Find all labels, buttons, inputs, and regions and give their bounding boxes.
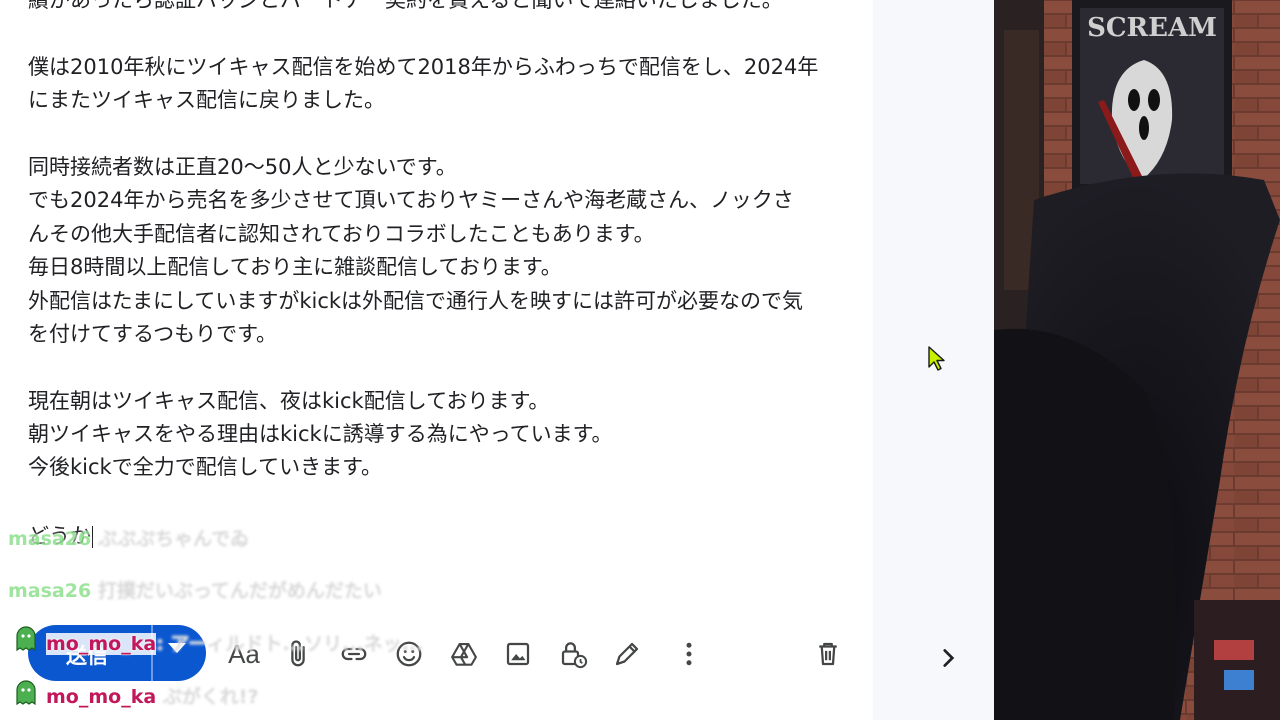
chat-badge-icon: [14, 680, 38, 706]
chat-badge-icon: [14, 626, 38, 652]
email-body-line: [28, 351, 858, 384]
signature-icon[interactable]: [609, 636, 645, 672]
photo-icon[interactable]: [500, 636, 536, 672]
chat-text: 打撲だいぶってんだがめんだたい: [97, 580, 382, 602]
poster-title: SCREAM: [1087, 13, 1217, 43]
chat-username: masa26: [8, 528, 92, 550]
webcam-feed: SCREAM: [994, 0, 1280, 720]
chat-username: masa26: [8, 580, 92, 602]
email-body-line: 今後kickで全力で配信していきます。: [28, 455, 382, 480]
email-body-line: 績があったら認証バッジとパートナー契約を貰えると聞いて連絡いたしました。: [28, 0, 783, 12]
chat-text: ぷがくれ!?: [162, 686, 259, 708]
email-body-line: [28, 17, 858, 50]
chat-message: mo_mo_ka ぷがくれ!?: [46, 682, 258, 709]
more-options-icon[interactable]: [671, 636, 707, 672]
chat-text: : アーィルドト...ソリ...ネッ...: [156, 633, 424, 655]
mouse-cursor-icon: [928, 346, 946, 376]
email-body-line: 現在朝はツイキャス配信、夜はkick配信しております。: [28, 388, 550, 413]
email-body[interactable]: 績があったら認証バッジとパートナー契約を貰えると聞いて連絡いたしました。僕は20…: [28, 0, 858, 485]
chat-message: mo_mo_ka: アーィルドト...ソリ...ネッ...: [46, 629, 423, 656]
chevron-right-icon[interactable]: [935, 645, 961, 678]
confidential-icon[interactable]: [555, 636, 591, 672]
chat-username: mo_mo_ka: [46, 633, 157, 655]
trash-icon[interactable]: [810, 636, 846, 672]
chat-message: masa26 打撲だいぶってんだがめんだたい: [8, 576, 382, 603]
drive-icon[interactable]: [446, 636, 482, 672]
email-body-line: でも2024年から売名を多少させて頂いておりヤミーさんや海老蔵さん、ノックさ: [28, 188, 794, 213]
chat-username: mo_mo_ka: [46, 686, 157, 708]
email-body-line: [28, 118, 858, 151]
email-body-line: んその他大手配信者に認知されておりコラボしたこともあります。: [28, 221, 655, 246]
email-body-line: 外配信はたまにしていますがkickは外配信で通行人を映すには許可が必要なので気: [28, 288, 804, 313]
compose-window: 績があったら認証バッジとパートナー契約を貰えると聞いて連絡いたしました。僕は20…: [0, 0, 874, 720]
chat-text: ぷぷぷちゃんでゐ: [97, 528, 250, 550]
email-body-line: にまたツイキャス配信に戻りました。: [28, 88, 385, 113]
email-body-line: 僕は2010年秋にツイキャス配信を始めて2018年からふわっちで配信をし、202…: [28, 54, 819, 79]
email-body-line: 同時接続者数は正直20〜50人と少ないです。: [28, 154, 457, 179]
chat-message: masa26 ぷぷぷちゃんでゐ: [8, 524, 249, 551]
email-body-line: 朝ツイキャスをやる理由はkickに誘導する為にやっています。: [28, 422, 613, 447]
email-body-line: 毎日8時間以上配信しており主に雑談配信しております。: [28, 255, 562, 280]
email-body-line: を付けてするつもりです。: [28, 321, 278, 346]
